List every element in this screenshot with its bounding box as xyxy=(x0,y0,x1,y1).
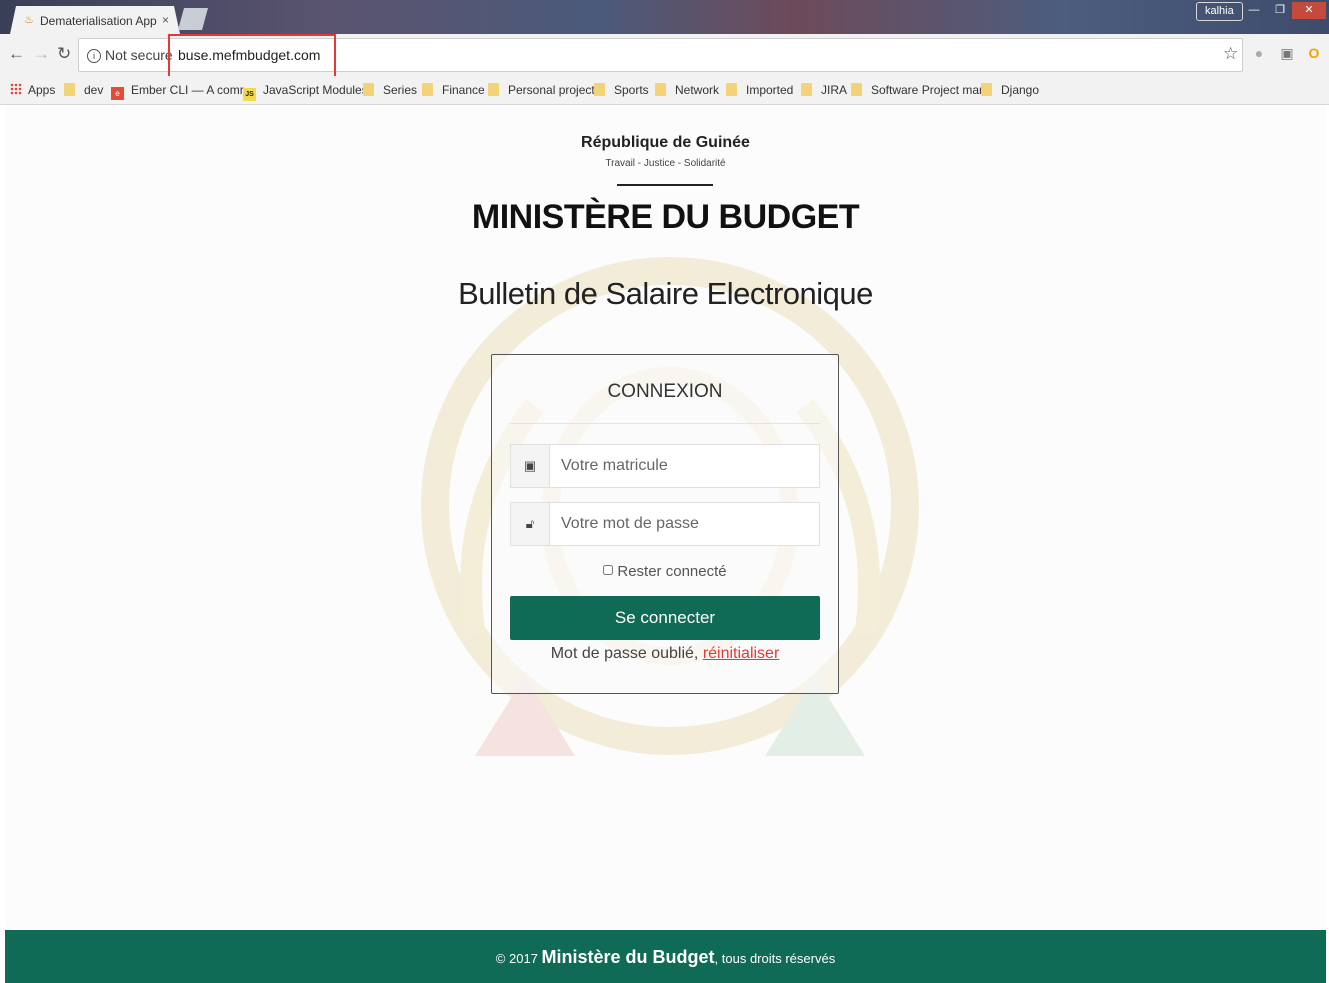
footer-ministry: Ministère du Budget xyxy=(541,947,715,967)
footer-suffix: , tous droits réservés xyxy=(714,951,836,966)
folder-icon xyxy=(801,83,812,96)
remember-me: Rester connecté xyxy=(492,563,838,580)
footer-copyright: © 2017 Ministère du Budget, tous droits … xyxy=(5,947,1326,968)
folder-icon xyxy=(981,83,992,96)
password-input[interactable] xyxy=(551,503,815,545)
extension-drop-icon[interactable]: ● xyxy=(1251,45,1267,61)
bookmark-label: Sports xyxy=(614,83,649,97)
folder-icon xyxy=(726,83,737,96)
bookmark-personal-project[interactable]: Personal project xyxy=(488,81,595,99)
page-content: République de Guinée Travail - Justice -… xyxy=(5,106,1326,930)
ember-icon: e xyxy=(111,87,124,100)
matricule-input[interactable] xyxy=(551,445,815,487)
bookmark-finance[interactable]: Finance xyxy=(422,81,485,99)
app-favicon-icon: ♨ xyxy=(24,14,34,26)
bookmark-apps[interactable]: Apps xyxy=(10,81,55,99)
app-title: Bulletin de Salaire Electronique xyxy=(458,276,873,311)
national-motto: Travail - Justice - Solidarité xyxy=(605,158,726,169)
password-field: 🔓︎ xyxy=(510,502,820,546)
bookmark-label: Finance xyxy=(442,83,485,97)
back-arrow-icon[interactable]: ← xyxy=(8,44,25,64)
footer-prefix: © 2017 xyxy=(495,951,542,966)
login-button[interactable]: Se connecter xyxy=(510,596,820,640)
lock-icon: 🔓︎ xyxy=(511,503,550,545)
apps-grid-icon xyxy=(10,83,22,95)
bookmark-js-modules[interactable]: JS JavaScript Modules xyxy=(243,81,368,101)
minimize-button[interactable]: — xyxy=(1240,2,1268,19)
login-panel: CONNEXION ▣ 🔓︎ Rester connecté Se connec… xyxy=(491,354,839,694)
security-indicator[interactable]: i Not secure xyxy=(87,47,173,63)
bookmark-label: Apps xyxy=(28,83,56,97)
country-name: République de Guinée xyxy=(581,134,750,151)
address-bar[interactable]: i Not secure buse.mefmbudget.com xyxy=(78,38,1243,72)
js-icon: JS xyxy=(243,88,256,101)
header-divider xyxy=(617,184,713,186)
bookmark-label: Network xyxy=(675,83,720,97)
browser-toolbar: ← → ↻ i Not secure buse.mefmbudget.com ☆ … xyxy=(0,34,1329,76)
reset-password-link[interactable]: réinitialiser xyxy=(703,645,779,662)
bookmarks-bar: Apps dev e Ember CLI — A comr JS JavaScrip… xyxy=(0,76,1329,105)
bookmark-ember[interactable]: e Ember CLI — A comr xyxy=(111,81,244,100)
bookmark-label: Django xyxy=(1001,83,1040,97)
folder-icon xyxy=(655,83,666,96)
ministry-title: MINISTÈRE DU BUDGET xyxy=(471,198,860,236)
id-card-icon: ▣ xyxy=(511,445,550,487)
profile-badge[interactable]: kalhia xyxy=(1196,2,1243,21)
bookmark-django[interactable]: Django xyxy=(981,81,1039,99)
forgot-password-text: Mot de passe oublié, xyxy=(550,645,703,662)
bookmark-dev[interactable]: dev xyxy=(64,81,103,99)
tab-title: Dematerialisation App xyxy=(40,14,157,28)
browser-tab[interactable]: ♨ Dematerialisation App × xyxy=(10,6,180,34)
bookmark-star-icon[interactable]: ☆ xyxy=(1223,44,1238,64)
folder-icon xyxy=(488,83,499,96)
footer: © 2017 Ministère du Budget, tous droits … xyxy=(5,930,1326,983)
close-window-button[interactable]: ✕ xyxy=(1292,2,1326,19)
matricule-field: ▣ xyxy=(510,444,820,488)
bookmark-label: Series xyxy=(383,83,418,97)
bookmark-network[interactable]: Network xyxy=(655,81,719,99)
extension-circle-icon[interactable]: O xyxy=(1306,45,1322,61)
reload-icon[interactable]: ↻ xyxy=(57,44,71,64)
bookmark-label: JIRA xyxy=(821,83,848,97)
bookmark-sports[interactable]: Sports xyxy=(594,81,649,99)
bookmark-label: Software Project mar xyxy=(871,83,984,97)
bookmark-label: Ember CLI — A comr xyxy=(131,83,244,97)
new-tab-button[interactable] xyxy=(178,8,208,30)
bookmark-label: Imported xyxy=(746,83,794,97)
folder-icon xyxy=(64,83,75,96)
remember-me-checkbox[interactable] xyxy=(603,565,614,575)
bookmark-software-project[interactable]: Software Project mar xyxy=(851,81,983,99)
omnibox-divider xyxy=(169,45,170,65)
folder-icon xyxy=(851,83,862,96)
remember-me-label[interactable]: Rester connecté xyxy=(617,563,726,580)
forgot-password: Mot de passe oublié, réinitialiser xyxy=(492,645,838,663)
extension-save-icon[interactable]: ▣ xyxy=(1279,45,1295,61)
tab-close-icon[interactable]: × xyxy=(162,13,169,27)
forward-arrow-icon[interactable]: → xyxy=(33,44,50,64)
bookmark-label: JavaScript Modules xyxy=(263,83,368,97)
login-divider xyxy=(510,423,820,424)
bookmark-imported[interactable]: Imported xyxy=(726,81,793,99)
maximize-button[interactable]: ❐ xyxy=(1266,2,1294,19)
info-icon: i xyxy=(87,49,101,63)
login-title: CONNEXION xyxy=(607,381,723,402)
bookmark-label: Personal project xyxy=(508,83,595,97)
folder-icon xyxy=(363,83,374,96)
folder-icon xyxy=(422,83,433,96)
url-text[interactable]: buse.mefmbudget.com xyxy=(178,47,320,63)
bookmark-label: dev xyxy=(84,83,104,97)
browser-tabstrip: ♨ Dematerialisation App × kalhia — ❐ ✕ xyxy=(0,0,1329,34)
bookmark-jira[interactable]: JIRA xyxy=(801,81,847,99)
folder-icon xyxy=(594,83,605,96)
security-label: Not secure xyxy=(105,47,173,63)
bookmark-series[interactable]: Series xyxy=(363,81,417,99)
